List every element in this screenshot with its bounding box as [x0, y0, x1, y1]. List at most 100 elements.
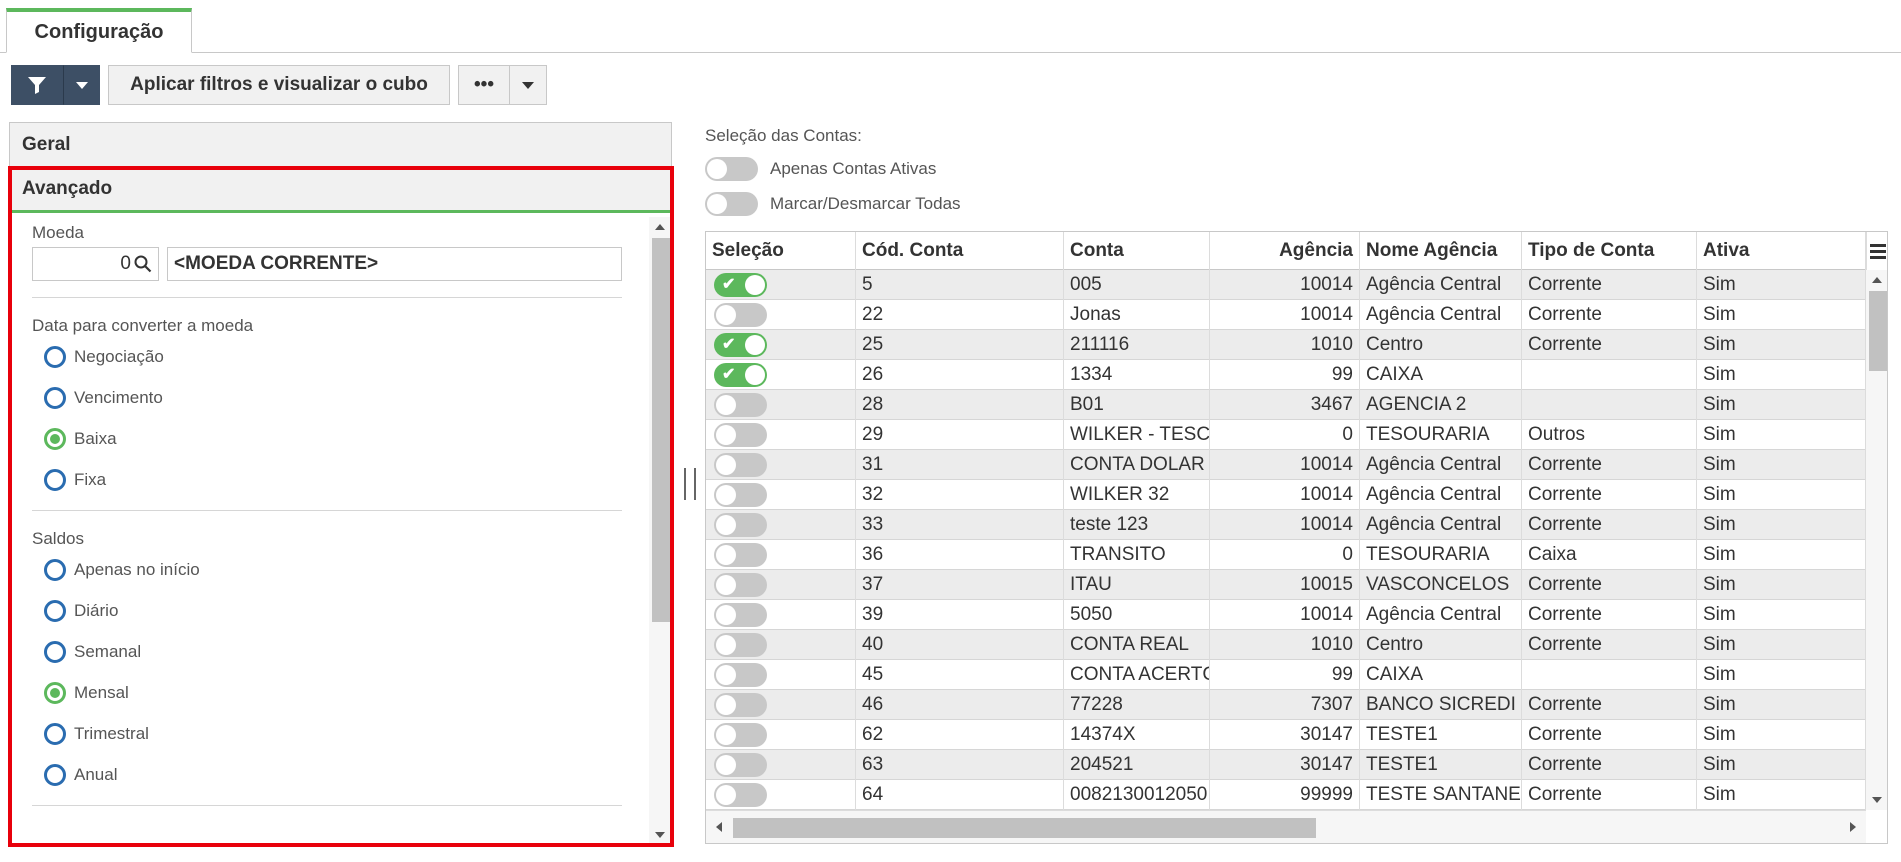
table-row[interactable]: ✔ 5 005 10014 Agência Central Corrente Sim: [706, 270, 1866, 300]
table-row[interactable]: ✔ 25 211116 1010 Centro Corrente Sim: [706, 330, 1866, 360]
apenas-ativas-toggle[interactable]: [705, 157, 758, 181]
cell-selecao: [706, 690, 856, 720]
radio-unchecked-icon[interactable]: [44, 558, 66, 581]
moeda-code-input[interactable]: 0: [32, 247, 159, 281]
saldos-option[interactable]: Diário: [32, 590, 622, 631]
table-row[interactable]: 29 WILKER - TESC 0 TESOURARIA Outros Sim: [706, 420, 1866, 450]
row-select-toggle[interactable]: [714, 303, 767, 327]
panel-splitter[interactable]: [681, 468, 699, 500]
tab-configuracao[interactable]: Configuração: [6, 8, 192, 53]
table-row[interactable]: 37 ITAU 10015 VASCONCELOS Corrente Sim: [706, 570, 1866, 600]
cell-selecao: [706, 510, 856, 540]
row-select-toggle[interactable]: [714, 483, 767, 507]
scroll-up-icon[interactable]: [1872, 277, 1882, 283]
column-header-conta[interactable]: Conta: [1064, 232, 1210, 270]
radio-unchecked-icon[interactable]: [44, 599, 66, 622]
more-actions-button[interactable]: •••: [458, 65, 510, 105]
column-header-ativa[interactable]: Ativa: [1697, 232, 1866, 270]
more-actions-dropdown-button[interactable]: [510, 65, 547, 105]
radio-unchecked-icon[interactable]: [44, 345, 66, 368]
row-select-toggle[interactable]: [714, 693, 767, 717]
table-row[interactable]: 28 B01 3467 AGENCIA 2 Sim: [706, 390, 1866, 420]
cell-ativa: Sim: [1697, 780, 1866, 810]
radio-checked-icon[interactable]: [44, 427, 66, 450]
column-header-cod-conta[interactable]: Cód. Conta: [856, 232, 1064, 270]
filter-button[interactable]: [11, 65, 63, 105]
scrollbar-thumb[interactable]: [652, 238, 670, 622]
scrollbar-thumb[interactable]: [1869, 291, 1887, 371]
row-select-toggle[interactable]: [714, 663, 767, 687]
radio-unchecked-icon[interactable]: [44, 468, 66, 491]
table-row[interactable]: 64 0082130012050 99999 TESTE SANTANE Corrent…: [706, 780, 1866, 810]
row-select-toggle[interactable]: [714, 603, 767, 627]
search-icon[interactable]: [134, 255, 152, 273]
scroll-down-icon[interactable]: [655, 832, 665, 838]
row-select-toggle[interactable]: [714, 513, 767, 537]
table-row[interactable]: 45 CONTA ACERTC 99 CAIXA Sim: [706, 660, 1866, 690]
saldos-option[interactable]: Semanal: [32, 631, 622, 672]
row-select-toggle[interactable]: [714, 783, 767, 807]
cell-cod-conta: 46: [856, 690, 1064, 720]
data-conversao-option[interactable]: Baixa: [32, 418, 622, 459]
row-select-toggle[interactable]: [714, 543, 767, 567]
table-row[interactable]: 63 204521 30147 TESTE1 Corrente Sim: [706, 750, 1866, 780]
column-header-selecao[interactable]: Seleção: [706, 232, 856, 270]
row-select-toggle[interactable]: [714, 573, 767, 597]
scrollbar-thumb[interactable]: [733, 818, 1316, 838]
table-row[interactable]: 62 14374X 30147 TESTE1 Corrente Sim: [706, 720, 1866, 750]
row-select-toggle[interactable]: ✔: [714, 273, 767, 297]
table-row[interactable]: 39 5050 10014 Agência Central Corrente Sim: [706, 600, 1866, 630]
column-header-tipo-conta[interactable]: Tipo de Conta: [1522, 232, 1697, 270]
saldos-option[interactable]: Mensal: [32, 672, 622, 713]
radio-unchecked-icon[interactable]: [44, 763, 66, 786]
row-select-toggle[interactable]: [714, 453, 767, 477]
row-select-toggle[interactable]: [714, 423, 767, 447]
grid-horizontal-scrollbar[interactable]: [706, 810, 1866, 843]
row-select-toggle[interactable]: [714, 723, 767, 747]
vertical-scrollbar[interactable]: [649, 217, 671, 845]
marcar-todas-toggle[interactable]: [705, 192, 758, 216]
column-header-nome-agencia[interactable]: Nome Agência: [1360, 232, 1522, 270]
radio-unchecked-icon[interactable]: [44, 640, 66, 663]
cell-conta: 204521: [1064, 750, 1210, 780]
grid-menu-icon[interactable]: [1866, 232, 1887, 270]
table-row[interactable]: ✔ 26 1334 99 CAIXA Sim: [706, 360, 1866, 390]
apply-filters-button[interactable]: Aplicar filtros e visualizar o cubo: [108, 65, 450, 105]
radio-unchecked-icon[interactable]: [44, 722, 66, 745]
row-select-toggle[interactable]: [714, 393, 767, 417]
table-row[interactable]: 36 TRANSITO 0 TESOURARIA Caixa Sim: [706, 540, 1866, 570]
scroll-left-icon[interactable]: [716, 822, 722, 832]
data-conversao-option[interactable]: Fixa: [32, 459, 622, 500]
column-header-agencia[interactable]: Agência: [1210, 232, 1360, 270]
table-row[interactable]: 46 77228 7307 BANCO SICREDI Corrente Sim: [706, 690, 1866, 720]
cell-selecao: [706, 390, 856, 420]
scroll-down-icon[interactable]: [1872, 797, 1882, 803]
row-select-toggle[interactable]: ✔: [714, 333, 767, 357]
scroll-right-icon[interactable]: [1850, 822, 1856, 832]
row-select-toggle[interactable]: [714, 633, 767, 657]
saldos-option[interactable]: Trimestral: [32, 713, 622, 754]
row-select-toggle[interactable]: ✔: [714, 363, 767, 387]
table-row[interactable]: 33 teste 123 10014 Agência Central Corrente S…: [706, 510, 1866, 540]
grid-vertical-scrollbar[interactable]: [1866, 270, 1887, 810]
filter-dropdown-button[interactable]: [63, 65, 100, 105]
table-row[interactable]: 22 Jonas 10014 Agência Central Corrente Sim: [706, 300, 1866, 330]
data-conversao-option[interactable]: Negociação: [32, 336, 622, 377]
cell-selecao: ✔: [706, 270, 856, 300]
table-row[interactable]: 32 WILKER 32 10014 Agência Central Corrente S…: [706, 480, 1866, 510]
saldos-option[interactable]: Anual: [32, 754, 622, 795]
data-conversao-option-label: Vencimento: [74, 387, 163, 407]
data-conversao-option[interactable]: Vencimento: [32, 377, 622, 418]
accordion-avancado[interactable]: Avançado: [10, 168, 671, 213]
accordion-geral[interactable]: Geral: [10, 123, 671, 168]
saldos-option[interactable]: Apenas no início: [32, 549, 622, 590]
cell-ativa: Sim: [1697, 390, 1866, 420]
cell-cod-conta: 31: [856, 450, 1064, 480]
scroll-up-icon[interactable]: [655, 224, 665, 230]
radio-checked-icon[interactable]: [44, 681, 66, 704]
radio-unchecked-icon[interactable]: [44, 386, 66, 409]
cell-selecao: [706, 780, 856, 810]
row-select-toggle[interactable]: [714, 753, 767, 777]
table-row[interactable]: 31 CONTA DOLAR 10014 Agência Central Corrent…: [706, 450, 1866, 480]
table-row[interactable]: 40 CONTA REAL 1010 Centro Corrente Sim: [706, 630, 1866, 660]
